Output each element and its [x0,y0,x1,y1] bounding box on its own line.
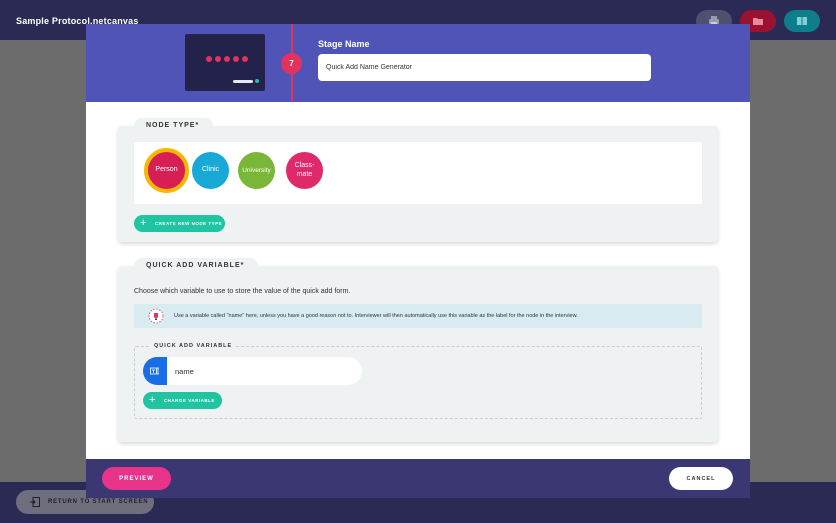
exit-icon [30,497,40,507]
quick-add-variable-field: QUICK ADD VARIABLE name + CHANGE VARIABL… [134,343,702,419]
book-icon [797,17,807,25]
quick-add-variable-label: QUICK ADD VARIABLE [151,343,236,349]
thumb-node [224,56,230,62]
node-type-university[interactable]: University [238,152,275,189]
docs-button[interactable] [784,10,820,32]
plus-icon: + [149,394,156,406]
folder-icon [753,18,763,25]
node-type-classmate[interactable]: Class-mate [286,152,323,189]
node-type-clinic[interactable]: Clinic [192,152,229,189]
text-variable-icon [150,367,159,375]
stage-name-input[interactable] [318,54,651,81]
modal-body: NODE TYPE* Person Clinic University Clas… [86,102,750,459]
modal-header: 7 Stage Name [86,24,750,102]
thumb-node [206,56,212,62]
return-label: RETURN TO START SCREEN [48,499,149,505]
plus-icon: + [140,217,147,229]
modal-footer: PREVIEW CANCEL [86,459,750,498]
cancel-button[interactable]: CANCEL [669,467,733,490]
change-variable-label: CHANGE VARIABLE [163,398,215,403]
thumb-button [255,79,259,83]
lightbulb-tip-icon [148,308,164,324]
tip-box: Use a variable called "name" here, unles… [134,304,702,328]
tip-text: Use a variable called "name" here, unles… [174,313,578,319]
variable-type-badge [143,357,167,385]
preview-button[interactable]: PREVIEW [102,467,171,490]
stage-editor-modal: 7 Stage Name NODE TYPE* Person Clinic Un… [86,24,750,498]
node-type-section-label: NODE TYPE* [134,118,214,132]
quick-add-description: Choose which variable to use to store th… [134,288,351,295]
node-type-person[interactable]: Person [144,148,189,193]
stage-number-badge: 7 [281,53,302,74]
create-node-type-label: CREATE NEW NODE TYPE [154,221,223,226]
stage-preview-thumbnail[interactable] [185,34,265,91]
node-type-section: NODE TYPE* Person Clinic University Clas… [118,118,718,242]
stage-name-label: Stage Name [318,39,370,49]
quick-add-variable-section: QUICK ADD VARIABLE* Choose which variabl… [118,258,718,442]
quick-add-section-label: QUICK ADD VARIABLE* [134,258,259,272]
create-node-type-button[interactable]: + CREATE NEW NODE TYPE [134,215,225,232]
node-type-list: Person Clinic University Class-mate [134,142,702,204]
thumb-node [215,56,221,62]
thumb-node [233,56,239,62]
change-variable-button[interactable]: + CHANGE VARIABLE [143,392,222,409]
selected-variable-pill[interactable]: name [143,357,362,385]
thumb-node [242,56,248,62]
variable-name: name [175,366,194,376]
thumb-input [233,80,253,83]
